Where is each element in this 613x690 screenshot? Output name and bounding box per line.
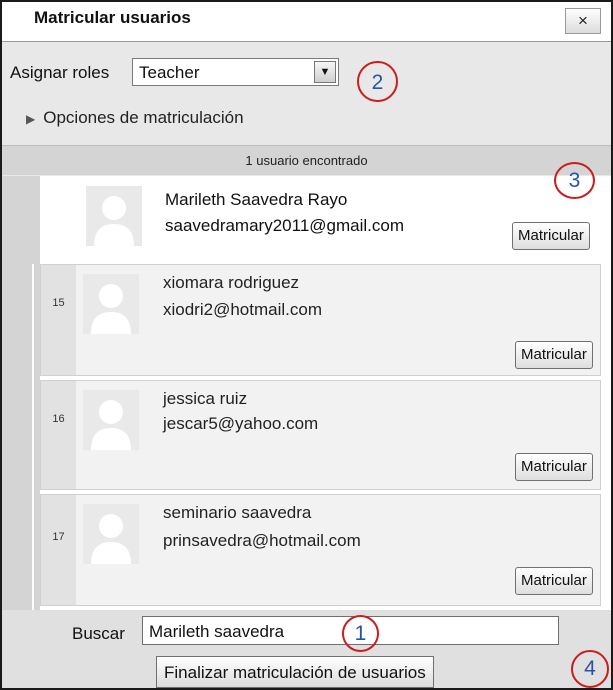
results-panel: Marileth Saavedra Rayo saavedramary2011@… xyxy=(2,176,611,610)
dialog-title: Matricular usuarios xyxy=(34,8,191,27)
candidate-email: xiodri2@hotmail.com xyxy=(163,300,322,319)
triangle-right-icon: ▶ xyxy=(26,112,36,126)
results-count-bar: 1 usuario encontrado xyxy=(2,145,611,175)
assign-roles-label: Asignar roles xyxy=(10,63,110,82)
close-button[interactable]: × xyxy=(565,8,601,34)
candidate-number: 16 xyxy=(52,413,65,425)
search-row: Buscar Marileth saavedra Finalizar matri… xyxy=(2,610,611,688)
results-left-strip xyxy=(2,176,40,610)
found-user-email: saavedramary2011@gmail.com xyxy=(165,216,404,235)
found-user-row: Marileth Saavedra Rayo saavedramary2011@… xyxy=(40,176,611,258)
candidate-email: prinsavedra@hotmail.com xyxy=(163,531,361,550)
enrol-button[interactable]: Matricular xyxy=(515,453,593,481)
user-avatar-icon xyxy=(83,274,139,334)
search-label: Buscar xyxy=(72,624,125,643)
annotation-marker: 4 xyxy=(571,650,609,688)
candidate-row: 15 xiomara rodriguez xiodri2@hotmail.com… xyxy=(40,264,601,376)
finish-enrolling-button[interactable]: Finalizar matriculación de usuarios xyxy=(156,656,434,688)
candidate-number: 17 xyxy=(52,531,65,543)
candidate-name: jessica ruiz xyxy=(163,389,248,408)
candidate-name: xiomara rodriguez xyxy=(163,273,300,292)
results-count-text: 1 usuario encontrado xyxy=(245,153,368,168)
enrol-options-toggle[interactable]: ▶ Opciones de matriculación xyxy=(26,108,244,128)
user-avatar-icon xyxy=(86,186,142,246)
candidate-row: 17 seminario saavedra prinsavedra@hotmai… xyxy=(40,494,601,606)
candidate-row: 16 jessica ruiz jescar5@yahoo.com Matric… xyxy=(40,380,601,490)
dialog-header: Matricular usuarios × xyxy=(2,2,611,42)
candidate-name: seminario saavedra xyxy=(163,503,312,522)
search-input-value: Marileth saavedra xyxy=(149,622,285,641)
candidate-number: 15 xyxy=(52,297,65,309)
assign-roles-value: Teacher xyxy=(139,63,200,82)
user-avatar-icon xyxy=(83,504,139,564)
enrol-button[interactable]: Matricular xyxy=(512,222,590,250)
enrol-options-label: Opciones de matriculación xyxy=(43,108,244,127)
annotation-marker: 1 xyxy=(342,615,379,652)
candidate-email: jescar5@yahoo.com xyxy=(163,414,319,433)
user-avatar-icon xyxy=(83,390,139,450)
enrol-users-dialog: Matricular usuarios × Asignar roles Teac… xyxy=(0,0,613,690)
assign-roles-select[interactable]: Teacher ▼ xyxy=(132,58,339,86)
annotation-marker: 2 xyxy=(357,61,398,102)
annotation-marker: 3 xyxy=(554,162,595,199)
enrol-button[interactable]: Matricular xyxy=(515,567,593,595)
found-user-name: Marileth Saavedra Rayo xyxy=(165,190,348,209)
enrol-button[interactable]: Matricular xyxy=(515,341,593,369)
dropdown-arrow-icon[interactable]: ▼ xyxy=(314,61,336,83)
